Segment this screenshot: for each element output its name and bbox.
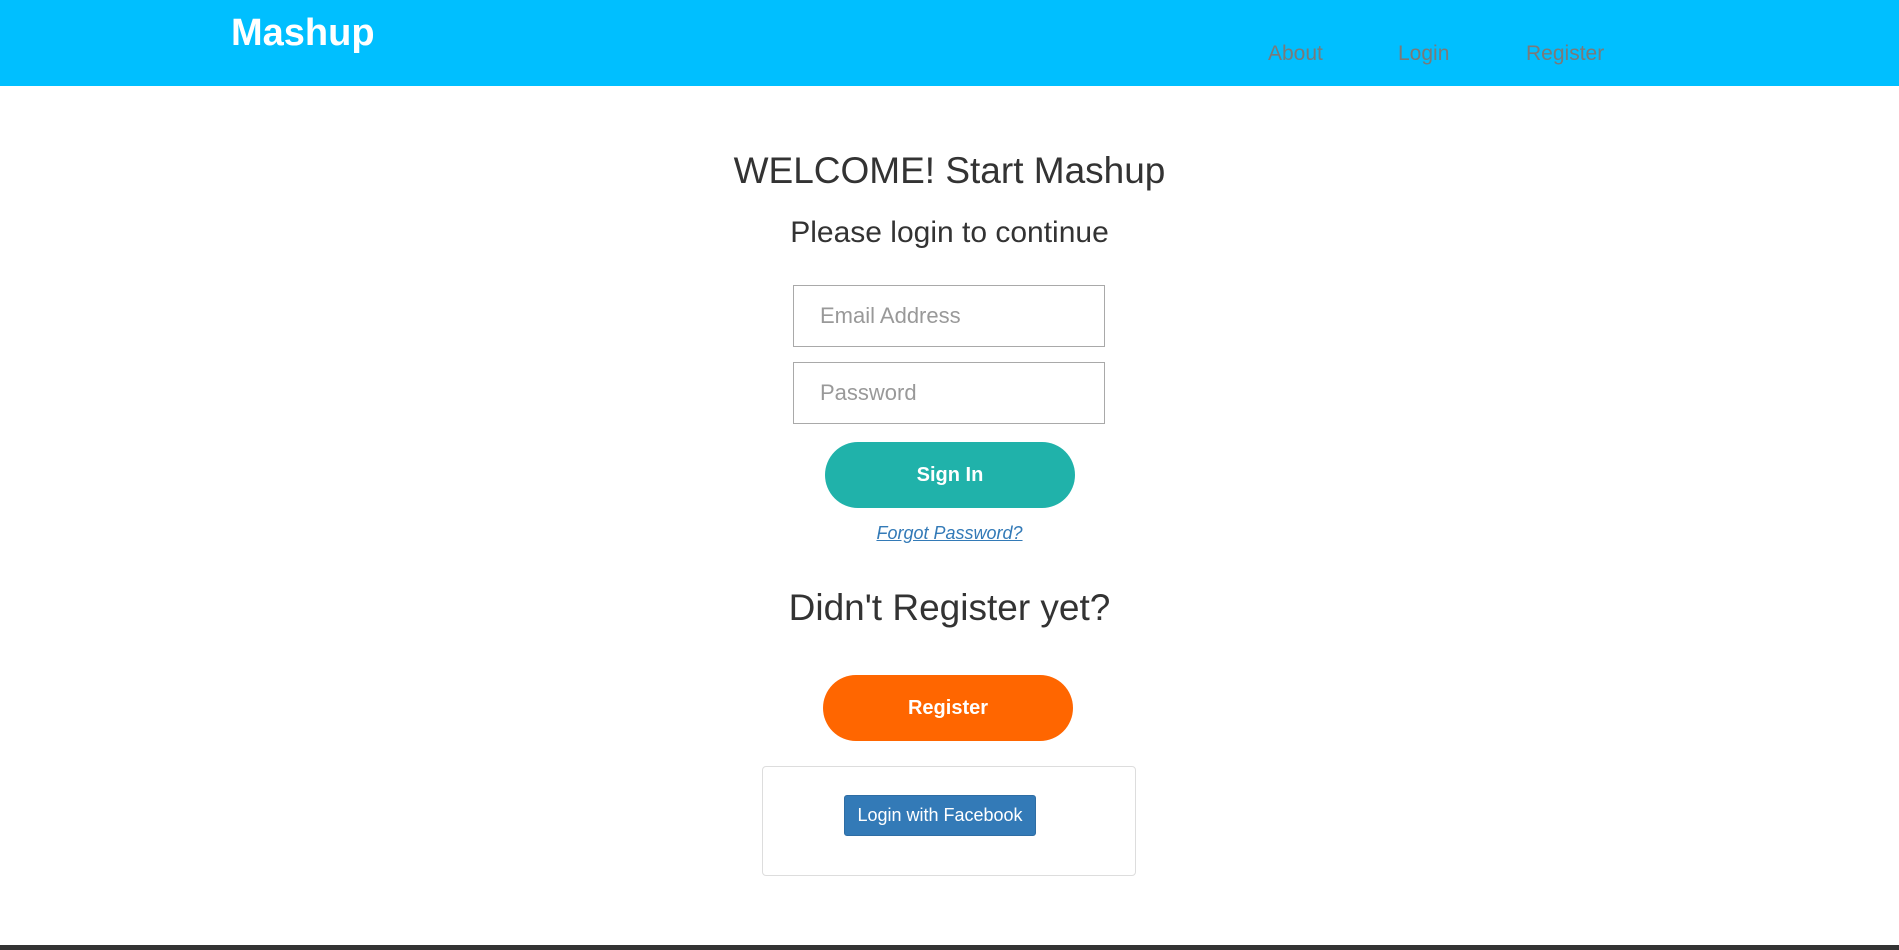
facebook-login-panel: Login with Facebook bbox=[762, 766, 1136, 876]
login-subtitle: Please login to continue bbox=[790, 216, 1109, 249]
top-navbar: Mashup About Login Register bbox=[0, 0, 1899, 86]
register-prompt: Didn't Register yet? bbox=[788, 587, 1111, 628]
welcome-heading: WELCOME! Start Mashup bbox=[733, 150, 1166, 191]
brand-logo[interactable]: Mashup bbox=[231, 14, 375, 52]
nav-link-login[interactable]: Login bbox=[1398, 43, 1449, 64]
sign-in-button[interactable]: Sign In bbox=[825, 442, 1075, 508]
facebook-login-button[interactable]: Login with Facebook bbox=[844, 795, 1036, 836]
password-input[interactable] bbox=[793, 362, 1105, 424]
register-button[interactable]: Register bbox=[823, 675, 1073, 741]
nav-link-about[interactable]: About bbox=[1268, 43, 1323, 64]
nav-link-register[interactable]: Register bbox=[1526, 43, 1604, 64]
bottom-edge-bar bbox=[0, 945, 1899, 950]
email-input[interactable] bbox=[793, 285, 1105, 347]
forgot-password-link[interactable]: Forgot Password? bbox=[0, 524, 1899, 542]
